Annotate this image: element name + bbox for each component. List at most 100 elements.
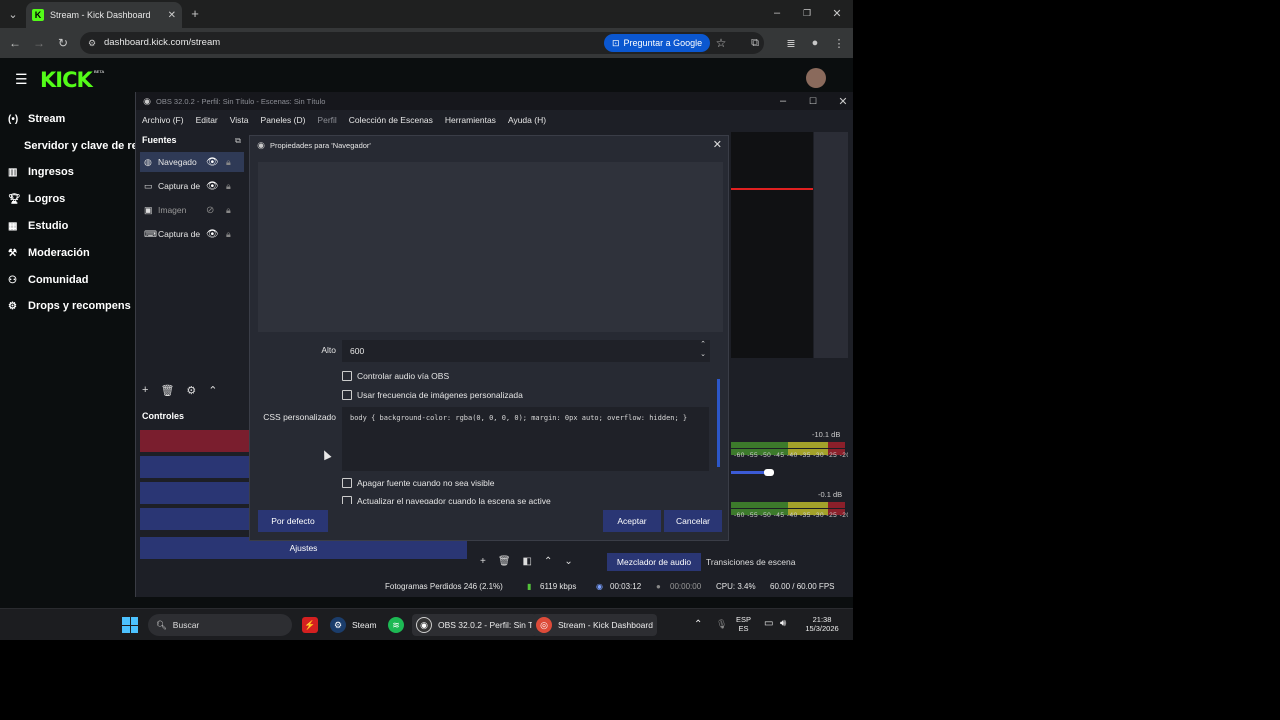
scene-down-icon[interactable]: ⌄ <box>564 556 572 567</box>
bookmark-star-icon[interactable]: ☆ <box>714 35 728 51</box>
source-item-browser[interactable]: ◍ Navegado 👁︎ 🔒︎ <box>140 152 244 172</box>
reload-icon[interactable]: ↻ <box>56 36 70 50</box>
sidebar-item-moderation[interactable]: ⚒ Moderación <box>8 242 138 264</box>
taskbar-app-red[interactable]: ⚡ <box>298 614 322 636</box>
refresh-browser-checkbox[interactable]: Actualizar el navegador cuando la escena… <box>342 496 551 504</box>
taskbar-app-chrome[interactable]: ◎ Stream - Kick Dashboard <box>532 614 657 636</box>
custom-fps-checkbox[interactable]: Usar frecuencia de imágenes personalizad… <box>342 390 523 400</box>
add-scene-icon[interactable]: + <box>480 556 486 567</box>
taskbar-app-obs[interactable]: ◉ OBS 32.0.2 - Perfil: Sin T <box>412 614 538 636</box>
taskbar-search[interactable]: 🔍︎ Buscar <box>148 614 292 636</box>
media-control-icon[interactable]: ≣ <box>784 36 798 50</box>
start-streaming-button[interactable] <box>140 430 252 452</box>
lock-icon[interactable]: 🔒︎ <box>226 205 231 216</box>
source-item-display-capture[interactable]: ▭ Captura de 👁︎ 🔒︎ <box>140 176 244 196</box>
taskbar-app-steam[interactable]: ⚙ Steam <box>326 614 381 636</box>
hamburger-menu-icon[interactable]: ☰ <box>15 71 28 88</box>
network-icon[interactable]: ▭ <box>764 618 773 629</box>
custom-css-textarea[interactable]: body { background-color: rgba(0, 0, 0, 0… <box>342 407 709 471</box>
eye-icon[interactable]: 👁︎ <box>206 229 219 240</box>
lock-icon[interactable]: 🔒︎ <box>226 181 231 192</box>
preview-scrollbar[interactable] <box>814 132 848 358</box>
start-recording-button[interactable] <box>140 456 252 478</box>
tab-search-icon[interactable]: ⌄ <box>6 7 20 21</box>
virtual-camera-button[interactable] <box>140 482 252 504</box>
browser-tab[interactable]: K Stream - Kick Dashboard ✕ <box>26 2 182 28</box>
remove-scene-icon[interactable]: 🗑︎ <box>498 556 511 567</box>
eye-icon[interactable]: 👁︎ <box>206 181 219 192</box>
menu-perfil[interactable]: Perfil <box>311 112 342 128</box>
move-up-icon[interactable]: ⌃ <box>208 384 217 397</box>
back-icon[interactable]: ← <box>8 36 22 50</box>
source-item-game-capture[interactable]: ⌨ Captura de 👁︎ 🔒︎ <box>140 224 244 244</box>
sidebar-item-achievements[interactable]: 🏆︎ Logros <box>8 188 138 210</box>
site-info-icon[interactable]: ⚙ <box>86 36 98 50</box>
sidebar-item-drops[interactable]: ⚙ Drops y recompens <box>8 295 138 317</box>
tab-close-icon[interactable]: ✕ <box>168 10 176 21</box>
eye-hidden-icon[interactable]: ⊘ <box>206 205 214 216</box>
source-settings-icon[interactable]: ⚙ <box>186 384 196 397</box>
spin-down-icon[interactable]: ⌄ <box>696 350 710 360</box>
sidebar-item-stream[interactable]: (•) Stream <box>8 108 138 130</box>
menu-archivo[interactable]: Archivo (F) <box>136 112 190 128</box>
checkbox-box[interactable] <box>342 496 352 504</box>
scene-filter-icon[interactable]: ◧ <box>523 556 532 567</box>
tab-scene-transitions[interactable]: Transiciones de escena <box>706 553 795 571</box>
lock-icon[interactable]: 🔒︎ <box>226 229 231 240</box>
alto-spinner[interactable]: ⌃ ⌄ <box>696 340 710 362</box>
menu-herramientas[interactable]: Herramientas <box>439 112 502 128</box>
tray-chevron-icon[interactable]: ⌃ <box>694 619 702 630</box>
sidebar-item-revenue[interactable]: ▥ Ingresos <box>8 161 138 183</box>
taskbar-app-spotify[interactable]: ≋ <box>384 614 408 636</box>
alto-input[interactable]: 600 <box>342 340 710 362</box>
chrome-menu-icon[interactable]: ⋮ <box>832 36 846 50</box>
lock-icon[interactable]: 🔒︎ <box>226 157 231 168</box>
undock-icon[interactable]: ⧉ <box>232 135 244 147</box>
address-bar[interactable]: ⚙ dashboard.kick.com/stream ⊡ Preguntar … <box>80 32 764 54</box>
ask-google-button[interactable]: ⊡ Preguntar a Google <box>604 34 711 52</box>
user-avatar[interactable] <box>806 68 826 88</box>
volume-icon[interactable]: 🔊︎ <box>780 618 786 629</box>
minimize-icon[interactable]: – <box>770 6 784 20</box>
obs-minimize-icon[interactable]: – <box>776 94 790 108</box>
defaults-button[interactable]: Por defecto <box>258 510 328 532</box>
accept-button[interactable]: Aceptar <box>603 510 661 532</box>
language-indicator[interactable]: ESP ES <box>736 615 751 633</box>
menu-paneles[interactable]: Paneles (D) <box>255 112 312 128</box>
menu-coleccion-escenas[interactable]: Colección de Escenas <box>343 112 439 128</box>
audio-control-checkbox[interactable]: Controlar audio vía OBS <box>342 371 449 381</box>
mic-icon[interactable]: 🎙︎ <box>716 619 727 630</box>
tab-audio-mixer[interactable]: Mezclador de audio <box>607 553 701 571</box>
checkbox-box[interactable] <box>342 390 352 400</box>
obs-close-icon[interactable]: ✕ <box>836 94 850 108</box>
eye-icon[interactable]: 👁︎ <box>206 157 219 168</box>
studio-mode-button[interactable] <box>140 508 252 530</box>
add-source-icon[interactable]: + <box>142 384 148 397</box>
remove-source-icon[interactable]: 🗑︎ <box>160 384 174 397</box>
new-tab-icon[interactable]: + <box>188 6 202 21</box>
profile-icon[interactable]: ● <box>808 36 822 50</box>
extensions-icon[interactable]: ⧉ <box>748 36 762 50</box>
close-window-icon[interactable]: ✕ <box>830 6 844 20</box>
volume-slider-handle[interactable] <box>764 469 774 476</box>
cancel-button[interactable]: Cancelar <box>664 510 722 532</box>
sidebar-item-studio[interactable]: ▦ Estudio <box>8 215 138 237</box>
scene-up-icon[interactable]: ⌃ <box>544 556 552 567</box>
checkbox-box[interactable] <box>342 478 352 488</box>
menu-ayuda[interactable]: Ayuda (H) <box>502 112 552 128</box>
dialog-scrollbar[interactable] <box>717 379 720 467</box>
spin-up-icon[interactable]: ⌃ <box>696 340 710 350</box>
forward-icon[interactable]: → <box>32 36 46 50</box>
shutdown-source-checkbox[interactable]: Apagar fuente cuando no sea visible <box>342 478 495 488</box>
sidebar-item-community[interactable]: ⚇ Comunidad <box>8 269 138 291</box>
obs-maximize-icon[interactable]: ☐ <box>806 94 820 108</box>
restore-icon[interactable]: ❐ <box>800 6 814 20</box>
checkbox-box[interactable] <box>342 371 352 381</box>
dialog-close-icon[interactable]: ✕ <box>713 138 722 151</box>
windows-start-icon[interactable] <box>122 617 138 633</box>
kick-logo[interactable]: KICK <box>40 68 93 92</box>
menu-editar[interactable]: Editar <box>190 112 224 128</box>
source-item-image[interactable]: ▣ Imagen ⊘ 🔒︎ <box>140 200 244 220</box>
clock[interactable]: 21:38 15/3/2026 <box>800 615 844 633</box>
menu-vista[interactable]: Vista <box>224 112 255 128</box>
